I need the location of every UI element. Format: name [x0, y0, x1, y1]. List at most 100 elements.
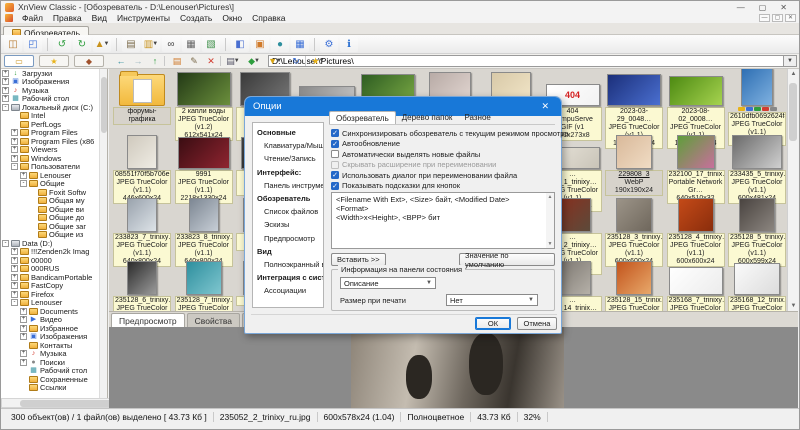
delete-icon[interactable]: ✕ — [203, 55, 219, 67]
file-thumbnail[interactable]: 9991JPEG TrueColor (v1.1)2218x1330x24 — [174, 134, 233, 204]
web-icon[interactable]: ● — [271, 36, 289, 52]
menu-item[interactable]: Создать — [175, 13, 217, 23]
tree-toggle[interactable]: + — [20, 316, 27, 324]
favorites-icon[interactable]: ★ ▼ — [310, 55, 326, 67]
tree-toggle[interactable]: + — [11, 290, 18, 298]
file-thumbnail[interactable]: 232100_17_trinix…Portable Network Gr…640… — [666, 134, 725, 204]
close-button[interactable]: ✕ — [780, 3, 787, 12]
tree-toggle[interactable]: + — [11, 248, 18, 256]
dialog-category-item[interactable]: Полноэкранный вид — [257, 258, 323, 271]
tree-item[interactable]: + BandicamPortable — [1, 273, 107, 282]
tree-item[interactable]: + ↓ Загрузки — [1, 69, 107, 78]
search-icon[interactable]: ∞ — [162, 36, 180, 52]
grid-view-icon[interactable]: ▦ — [291, 36, 309, 52]
tree-item[interactable]: - Пользователи — [1, 162, 107, 171]
file-thumbnail[interactable]: 235128_6_trinixy…JPEG TrueColor (v1.1) — [113, 260, 171, 311]
checkbox[interactable]: ✓ — [331, 129, 339, 138]
tree-toggle[interactable]: + — [20, 324, 27, 332]
tree-toggle[interactable]: + — [2, 78, 9, 86]
tree-item[interactable]: + ▣ Изображения — [1, 77, 107, 86]
tree-item[interactable]: + Documents — [1, 307, 107, 316]
dialog-category-item[interactable]: Вид — [257, 245, 323, 258]
description-combobox[interactable]: Описание ▼ — [340, 277, 436, 289]
default-value-button[interactable]: Значение по умолчанию — [459, 251, 555, 269]
up-icon[interactable]: ↑ — [147, 55, 163, 67]
browser-mode-icon[interactable]: ◫ — [4, 36, 22, 52]
tree-item[interactable]: Общие из — [1, 230, 107, 239]
tree-item[interactable]: + ● Поиски — [1, 358, 107, 367]
file-thumbnail[interactable]: 233435_5_trinixy…JPEG TrueColor (v1.1)60… — [728, 134, 786, 204]
textarea-scrollbar[interactable]: ▲ ▼ — [546, 193, 554, 248]
tree-toggle[interactable]: + — [20, 307, 27, 315]
scroll-down-icon[interactable]: ▼ — [788, 301, 799, 311]
dialog-tab[interactable]: Обозреватель — [329, 111, 396, 124]
file-thumbnail[interactable]: 235128_3_trinixy…JPEG TrueColor (v1.1)60… — [605, 197, 663, 267]
convert-icon[interactable]: ▧ — [202, 36, 220, 52]
view-mode-icon[interactable]: ▤ ▼ — [225, 55, 241, 67]
maximize-button[interactable]: ▢ — [759, 3, 767, 12]
file-thumbnail[interactable]: 233823_7_trinixy…JPEG TrueColor (v1.1)64… — [113, 197, 171, 267]
tree-item[interactable]: + !!!Zenden2k Imag — [1, 247, 107, 256]
settings-icon[interactable]: ⚙ — [320, 36, 338, 52]
tree-item[interactable]: + Firefox — [1, 290, 107, 299]
preview-tab-свойства[interactable]: Свойства — [186, 313, 240, 327]
tag-icon[interactable]: ◆ ▼ — [246, 55, 262, 67]
status-template-textarea[interactable]: <Filename With Ext>, <Size> байт, <Modif… — [331, 192, 555, 249]
dialog-tab[interactable]: Дерево папок — [396, 111, 459, 124]
tree-item[interactable]: + Viewers — [1, 145, 107, 154]
file-thumbnail[interactable]: 233823_8_trinixy…JPEG TrueColor (v1.1)64… — [174, 197, 233, 267]
tree-item[interactable]: + ▶ Видео — [1, 315, 107, 324]
tree-item[interactable]: + Program Files (x86 — [1, 137, 107, 146]
dialog-category-item[interactable]: Чтение/Запись — [257, 152, 323, 165]
fullscreen-icon[interactable]: ◰ — [24, 36, 42, 52]
dialog-category-item[interactable]: Обозреватель — [257, 192, 323, 205]
tree-item[interactable]: Контакты — [1, 341, 107, 350]
tree-item[interactable]: + Избранное — [1, 324, 107, 333]
tree-toggle[interactable]: + — [11, 282, 18, 290]
folder-up-icon[interactable]: ▲ ▼ — [93, 36, 111, 52]
tree-toggle[interactable]: + — [11, 273, 18, 281]
tree-item[interactable]: Общие ви — [1, 205, 107, 214]
tree-item[interactable]: + Windows — [1, 154, 107, 163]
address-input[interactable] — [268, 55, 784, 67]
mdi-restore-button[interactable]: ▢ — [772, 14, 783, 22]
dialog-category-item[interactable]: Интеграция с системой — [257, 271, 323, 284]
dialog-category-item[interactable]: Клавиатура/Мышь — [257, 139, 323, 152]
tree-toggle[interactable]: + — [11, 146, 18, 154]
file-thumbnail[interactable]: 235128_4_trinixy… JPEG TrueColor (v1.1) 60… — [666, 197, 725, 267]
tree-toggle[interactable]: + — [20, 171, 27, 179]
tree-toggle[interactable]: + — [11, 154, 18, 162]
tree-item[interactable]: - Локальный диск (C:) — [1, 103, 107, 112]
tree-toggle[interactable]: + — [11, 256, 18, 264]
forward-icon[interactable]: → — [130, 55, 146, 67]
edit-icon[interactable]: ✎ — [186, 55, 202, 67]
tree-toggle[interactable]: + — [11, 129, 18, 137]
slideshow-icon[interactable]: ▣ — [251, 36, 269, 52]
menu-item[interactable]: Окно — [217, 13, 247, 23]
tree-toggle[interactable]: - — [11, 163, 18, 171]
tree-item[interactable]: Ссылки — [1, 383, 107, 392]
tree-item[interactable]: - Lenouser — [1, 298, 107, 307]
cancel-button[interactable]: Отмена — [517, 317, 557, 330]
tree-toggle[interactable]: + — [2, 69, 9, 77]
file-thumbnail[interactable]: 235168_7_trinixy…JPEG TrueColor (v1.1) — [666, 260, 725, 311]
file-thumbnail[interactable]: 2 капли воды JPEG TrueColor (v1.2) 612x541… — [174, 71, 233, 141]
dialog-category-item[interactable]: Список файлов — [257, 205, 323, 218]
menu-item[interactable]: Вид — [87, 13, 112, 23]
scroll-up-icon[interactable]: ▲ — [788, 69, 799, 79]
tree-item[interactable]: + ▣ Изображения — [1, 332, 107, 341]
dialog-close-icon[interactable]: ✕ — [537, 101, 553, 112]
tree-item[interactable]: Intel — [1, 111, 107, 120]
panel-categories-button[interactable]: ◆ — [74, 55, 104, 67]
file-thumbnail[interactable]: 235128_15_trinix…JPEG TrueColor (v1.1) — [605, 260, 663, 311]
back-icon[interactable]: ← — [113, 55, 129, 67]
file-thumbnail[interactable]: 08551f70f5b706e…JPEG TrueColor (v1.1)446… — [113, 134, 171, 204]
dialog-category-item[interactable]: Эскизы — [257, 218, 323, 231]
dialog-category-item[interactable]: Основные — [257, 126, 323, 139]
dialog-category-item[interactable]: Панель инструментов — [257, 179, 323, 192]
tree-item[interactable]: +00000 — [1, 256, 107, 265]
dialog-category-item[interactable]: Интерфейс: — [257, 166, 323, 179]
tree-item[interactable]: Общие до — [1, 213, 107, 222]
rotate-right-icon[interactable]: ↻ — [73, 36, 91, 52]
capture-icon[interactable]: ◧ — [231, 36, 249, 52]
